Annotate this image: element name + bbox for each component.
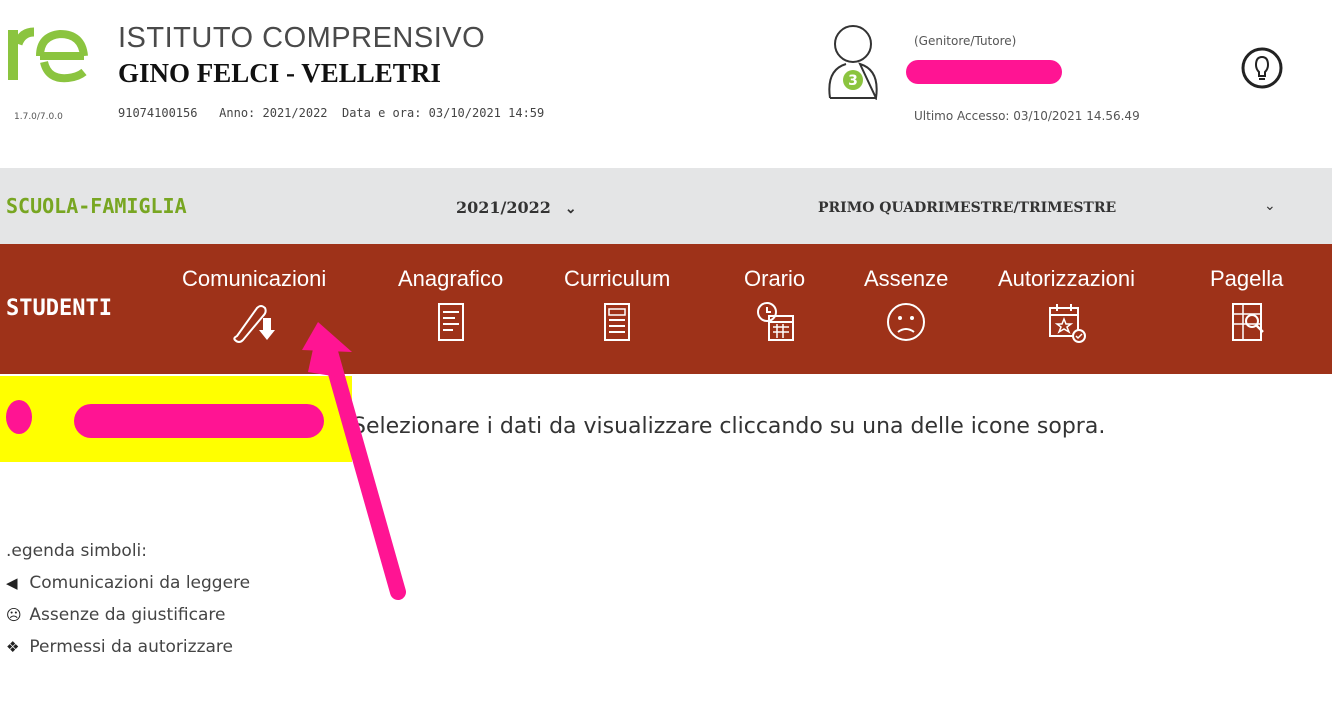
- year-select-value: 2021/2022: [456, 198, 551, 217]
- sad-face-icon: [887, 303, 926, 341]
- nav-label: Assenze: [864, 266, 949, 291]
- legend-item: ◀ Comunicazioni da leggere: [6, 567, 250, 599]
- calendar-clock-icon: [756, 302, 794, 341]
- legend-label: Assenze da giustificare: [29, 605, 226, 625]
- redacted-mark: [6, 400, 32, 434]
- year-select[interactable]: 2021/2022 ⌄: [456, 198, 577, 217]
- legend-item: ❖ Permessi da autorizzare: [6, 631, 250, 663]
- nav-assenze[interactable]: Assenze: [864, 266, 948, 344]
- nav-autorizzazioni[interactable]: Autorizzazioni: [998, 266, 1135, 344]
- legend: .egenda simboli: ◀ Comunicazioni da legg…: [6, 535, 250, 663]
- calendar-star-icon: [1049, 304, 1087, 343]
- legend-label: Comunicazioni da leggere: [29, 573, 251, 593]
- students-label: STUDENTI: [6, 296, 112, 321]
- school-meta-info: 91074100156 Anno: 2021/2022 Data e ora: …: [118, 106, 545, 120]
- nav-label: Anagrafico: [398, 266, 504, 291]
- context-bar: [0, 168, 1332, 244]
- section-title: SCUOLA-FAMIGLIA: [6, 194, 187, 218]
- legend-item: ☹ Assenze da giustificare: [6, 599, 250, 631]
- nav-comunicazioni[interactable]: Comunicazioni: [182, 266, 326, 344]
- redacted-student-name: [74, 404, 324, 438]
- school-name-line1: ISTITUTO COMPRENSIVO: [118, 22, 486, 54]
- nav-label: Comunicazioni: [182, 266, 327, 291]
- list-document-icon: [604, 303, 631, 341]
- period-select-value: PRIMO QUADRIMESTRE/TRIMESTRE: [818, 200, 1117, 216]
- nav-pagella[interactable]: Pagella: [1210, 266, 1283, 344]
- avatar-badge-count: 3: [848, 73, 858, 89]
- instruction-text: Selezionare i dati da visualizzare clicc…: [352, 414, 1106, 439]
- chevron-down-icon[interactable]: ⌄: [1264, 198, 1276, 214]
- school-name-line2: GINO FELCI - VELLETRI: [118, 58, 441, 88]
- nav-anagrafico[interactable]: Anagrafico: [398, 266, 503, 344]
- app-version: 1.7.0/7.0.0: [14, 112, 63, 122]
- scroll-download-icon: [233, 305, 276, 343]
- megaphone-icon: ◀: [6, 574, 18, 592]
- nav-label: Curriculum: [564, 266, 671, 291]
- user-role: (Genitore/Tutore): [914, 34, 1017, 48]
- nav-curriculum[interactable]: Curriculum: [564, 266, 670, 344]
- lightbulb-icon[interactable]: [1240, 46, 1284, 90]
- sad-face-icon: ☹: [6, 606, 22, 624]
- user-avatar-icon[interactable]: 3: [822, 22, 884, 100]
- legend-title: .egenda simboli:: [6, 541, 148, 561]
- report-card-icon: [1231, 303, 1264, 341]
- redacted-user-name: [906, 60, 1062, 84]
- nav-orario[interactable]: Orario: [744, 266, 805, 344]
- paw-icon: ❖: [6, 638, 20, 656]
- re-logo: [8, 27, 88, 83]
- legend-label: Permessi da autorizzare: [29, 637, 233, 657]
- document-icon: [437, 303, 464, 341]
- chevron-down-icon: ⌄: [564, 201, 577, 217]
- nav-label: Pagella: [1210, 266, 1284, 291]
- last-access-info: Ultimo Accesso: 03/10/2021 14.56.49: [914, 109, 1140, 123]
- period-select[interactable]: PRIMO QUADRIMESTRE/TRIMESTRE: [818, 200, 1116, 216]
- nav-label: Autorizzazioni: [998, 266, 1135, 291]
- nav-label: Orario: [744, 266, 806, 291]
